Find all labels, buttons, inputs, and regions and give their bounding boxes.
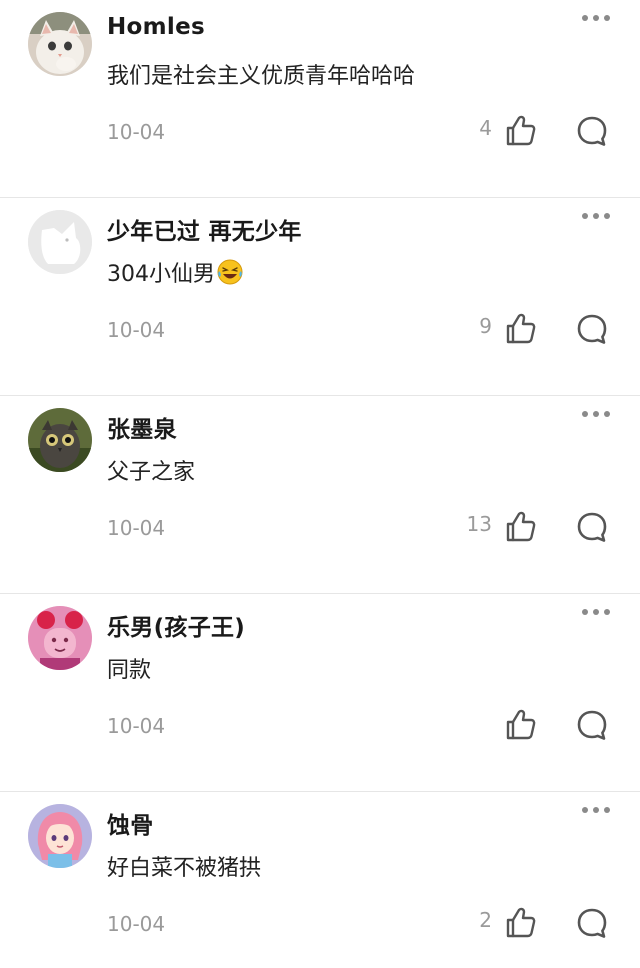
more-dots-icon[interactable]: [582, 604, 610, 620]
comment-item: 少年已过 再无少年 304小仙男 10-04 9: [0, 198, 640, 396]
username[interactable]: Homles: [107, 14, 205, 40]
comment-text-body: 304小仙男: [107, 262, 215, 287]
avatar[interactable]: [28, 12, 92, 76]
thumbs-up-icon[interactable]: [503, 312, 537, 346]
like-count: 13: [466, 512, 492, 536]
anime-girl-avatar-image: [28, 804, 92, 868]
cartoon-avatar-image: [28, 606, 92, 670]
avatar[interactable]: [28, 210, 92, 274]
comment-text-body: 好白菜不被猪拱: [107, 856, 262, 881]
thumbs-up-icon[interactable]: [503, 510, 537, 544]
avatar[interactable]: [28, 606, 92, 670]
more-dots-icon[interactable]: [582, 406, 610, 422]
comment-text-body: 同款: [107, 658, 152, 683]
comment-item: Homles 我们是社会主义优质青年哈哈哈 10-04 4: [0, 0, 640, 198]
comment-text: 同款: [107, 652, 151, 684]
more-dots-icon[interactable]: [582, 802, 610, 818]
comment-item: 张墨泉 父子之家 10-04 13: [0, 396, 640, 594]
comment-bubble-icon[interactable]: [576, 312, 608, 346]
comment-bubble-icon[interactable]: [576, 906, 608, 940]
laughing-tears-emoji: [217, 259, 243, 285]
comment-text: 好白菜不被猪拱: [107, 850, 261, 882]
comment-text-body: 父子之家: [107, 460, 196, 485]
owl-avatar-image: [28, 408, 92, 472]
comment-text: 304小仙男: [107, 256, 243, 288]
avatar[interactable]: [28, 804, 92, 868]
comment-date: 10-04: [107, 120, 166, 144]
more-dots-icon[interactable]: [582, 208, 610, 224]
thumbs-up-icon[interactable]: [503, 906, 537, 940]
comment-date: 10-04: [107, 318, 166, 342]
comment-bubble-icon[interactable]: [576, 708, 608, 742]
username[interactable]: 蚀骨: [107, 806, 154, 840]
comment-text: 父子之家: [107, 454, 195, 486]
like-count: 2: [479, 908, 492, 932]
avatar[interactable]: [28, 408, 92, 472]
comment-item: 蚀骨 好白菜不被猪拱 10-04 2: [0, 792, 640, 968]
like-count: 9: [479, 314, 492, 338]
default-avatar-image: [28, 210, 92, 274]
comment-text-body: 我们是社会主义优质青年哈哈哈: [107, 64, 416, 89]
comment-date: 10-04: [107, 516, 166, 540]
thumbs-up-icon[interactable]: [503, 708, 537, 742]
like-count: 4: [479, 116, 492, 140]
comment-bubble-icon[interactable]: [576, 114, 608, 148]
username[interactable]: 张墨泉: [107, 410, 177, 444]
more-dots-icon[interactable]: [582, 10, 610, 26]
cat-avatar-image: [28, 12, 92, 76]
comment-date: 10-04: [107, 912, 166, 936]
comment-text: 我们是社会主义优质青年哈哈哈: [107, 58, 415, 90]
username[interactable]: 乐男(孩子王): [107, 608, 245, 642]
comment-item: 乐男(孩子王) 同款 10-04: [0, 594, 640, 792]
comment-bubble-icon[interactable]: [576, 510, 608, 544]
thumbs-up-icon[interactable]: [503, 114, 537, 148]
comment-list: Homles 我们是社会主义优质青年哈哈哈 10-04 4 少年已过 再无少年 …: [0, 0, 640, 968]
username[interactable]: 少年已过 再无少年: [107, 212, 302, 246]
comment-date: 10-04: [107, 714, 166, 738]
